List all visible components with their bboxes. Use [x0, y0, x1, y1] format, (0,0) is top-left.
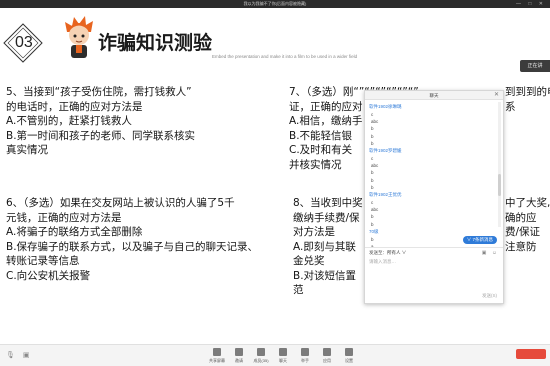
toolbar-invite[interactable]: 邀请 — [228, 348, 250, 364]
members-icon — [257, 348, 265, 356]
chat-header[interactable]: 聊天 ✕ — [365, 91, 503, 100]
question-5: 5、当接到“孩子受伤住院，需打钱救人” 的电话时，正确的应对方法是 A.不管别的… — [6, 85, 195, 158]
window-title: 我以为我骗不了你(后面内容被隐藏) — [243, 1, 307, 6]
chat-scrollbar[interactable] — [498, 102, 501, 227]
chat-message: 软件1902罗碧媛 c abc b b b — [369, 147, 493, 191]
toolbar-settings[interactable]: 设置 — [338, 348, 360, 364]
option-a: A.将骗子的联络方式全部删除 — [6, 226, 143, 238]
question-line: 的电话时，正确的应对方法是 — [6, 100, 143, 113]
chat-text: b — [371, 214, 374, 220]
send-to-label: 发送至： — [369, 250, 387, 255]
slide-notice: Embed the presentation and make it into … — [212, 54, 358, 59]
question-line: 中了大奖, — [505, 197, 550, 209]
chat-text: abc — [371, 207, 379, 213]
question-8: 8、当收到中奖 缴纳手续费/保 对方法是 A.即刻与其联 金兑奖 B.对该短信置 — [293, 196, 363, 283]
toolbar-chat[interactable]: 聊天 — [272, 348, 294, 364]
chat-message: 软件1902王优优 c abc b b — [369, 191, 493, 228]
chat-text: abc — [371, 119, 379, 125]
end-meeting-button[interactable] — [516, 349, 546, 359]
chat-sender: 软件1902徐琳璐 — [369, 104, 402, 109]
chat-panel[interactable]: 聊天 ✕ 软件1902徐琳璐 c abc b b b 软件1902罗碧媛 c a… — [364, 90, 504, 304]
chat-message: 软件1902徐琳璐 c abc b b b — [369, 103, 493, 147]
close-icon[interactable]: ✕ — [494, 91, 499, 100]
question-line: 注意防 — [505, 240, 537, 253]
microphone-icon[interactable]: 🎙 ▣ — [6, 351, 32, 359]
question-line: 费/保证 — [505, 226, 541, 238]
toolbar-label: 共享屏幕 — [209, 358, 225, 363]
toolbar-apps[interactable]: 应用 — [316, 348, 338, 364]
chat-text: b — [371, 133, 374, 139]
option-b: B.对该短信置 — [293, 269, 357, 282]
toolbar-members[interactable]: 成员(35) — [250, 348, 272, 364]
toolbar-label: 成员(35) — [253, 358, 269, 363]
chat-text: b — [371, 170, 374, 176]
chat-text: b — [371, 126, 374, 132]
toolbar-label: 邀请 — [235, 358, 243, 363]
chat-title: 聊天 — [429, 93, 439, 98]
share-screen-icon — [213, 348, 221, 356]
send-to-dropdown[interactable]: 所有人 ∨ — [387, 248, 406, 258]
question-8-right-edge: 中了大奖, 确的应 费/保证 注意防 — [505, 196, 550, 254]
window-controls[interactable]: — □ ✕ — [516, 1, 546, 7]
question-line: 5、当接到“孩子受伤住院，需打钱救人” — [6, 86, 192, 98]
option-a: A.即刻与其联 — [293, 240, 356, 253]
chat-sender: 软件1902王优优 — [369, 192, 402, 198]
image-icon[interactable]: ▣ ☺ — [482, 248, 499, 258]
chat-text: b — [371, 177, 374, 183]
toolbar-raise-hand[interactable]: 举手 — [294, 348, 316, 364]
toolbar-share-screen[interactable]: 共享屏幕 — [206, 348, 228, 364]
option-b-cont: 真实情况 — [6, 144, 48, 156]
question-8-last-line: 范 — [293, 283, 304, 298]
slide-number: 03 — [15, 34, 33, 51]
invite-icon — [235, 348, 243, 356]
option-b-cont: 转账记录等信息 — [6, 255, 80, 267]
option-a-cont: 金兑奖 — [293, 255, 325, 267]
question-line: 对方法是 — [293, 226, 335, 238]
option-b: B.第一时间和孩子的老师、同学联系核实 — [6, 129, 196, 142]
chat-text: b — [371, 184, 374, 190]
question-line: 系 — [505, 100, 516, 113]
meeting-toolbar: 🎙 ▣ 共享屏幕 邀请 成员(35) 聊天 举手 应用 设置 — [0, 344, 550, 366]
toolbar-label: 举手 — [301, 358, 309, 363]
toolbar-label: 聊天 — [279, 358, 287, 363]
question-7-right-edge: 到到到的电 系 — [505, 85, 550, 114]
chat-text: c — [371, 200, 374, 206]
chat-text: c — [371, 112, 374, 117]
new-messages-button[interactable]: ∨ 7条新消息 — [462, 236, 497, 244]
question-line: 确的应 — [505, 211, 537, 224]
chat-message-list[interactable]: 软件1902徐琳璐 c abc b b b 软件1902罗碧媛 c abc b … — [369, 103, 493, 250]
toolbar-label: 应用 — [323, 358, 331, 363]
question-6: 6、（多选）如果在交友网站上被认识的人骗了5千 元钱，正确的应对方法是 A.将骗… — [6, 196, 258, 283]
question-line: 元钱，正确的应对方法是 — [6, 211, 122, 224]
chat-text: c — [371, 156, 374, 162]
question-line: 到到到的电 — [505, 86, 550, 98]
cartoon-mascot-icon — [65, 16, 93, 58]
send-button[interactable]: 发送(S) — [482, 293, 497, 299]
apps-icon — [323, 348, 331, 356]
chat-text: abc — [371, 163, 379, 169]
toolbar-label: 设置 — [345, 358, 353, 363]
chat-icon — [279, 348, 287, 356]
speaking-tag[interactable]: 正在讲 — [520, 60, 550, 72]
scroll-thumb[interactable] — [498, 174, 501, 196]
chat-text: b — [371, 221, 374, 227]
chat-sender: 软件1902罗碧媛 — [369, 148, 402, 154]
chat-text: b — [371, 140, 374, 146]
page-title: 诈骗知识测验 — [98, 32, 213, 54]
send-to-row: 发送至： 所有人 ∨ ▣ ☺ — [365, 247, 503, 257]
question-line: 缴纳手续费/保 — [293, 211, 360, 224]
option-c: C.向公安机关报警 — [6, 269, 91, 282]
window-title-bar: 我以为我骗不了你(后面内容被隐藏) — □ ✕ — [0, 0, 550, 8]
chat-sender: 70级 — [369, 228, 379, 234]
option-b: B.保存骗子的联系方式，以及骗子与自己的聊天记录、 — [6, 240, 259, 253]
chat-input[interactable]: 请输入消息… — [369, 259, 396, 265]
hand-icon — [301, 348, 309, 356]
question-line: 8、当收到中奖 — [293, 197, 363, 209]
gear-icon — [345, 348, 353, 356]
option-a: A.不管别的，赶紧打钱救人 — [6, 115, 132, 127]
question-line: 6、（多选）如果在交友网站上被认识的人骗了5千 — [6, 197, 235, 209]
question-line: 范 — [293, 284, 304, 296]
